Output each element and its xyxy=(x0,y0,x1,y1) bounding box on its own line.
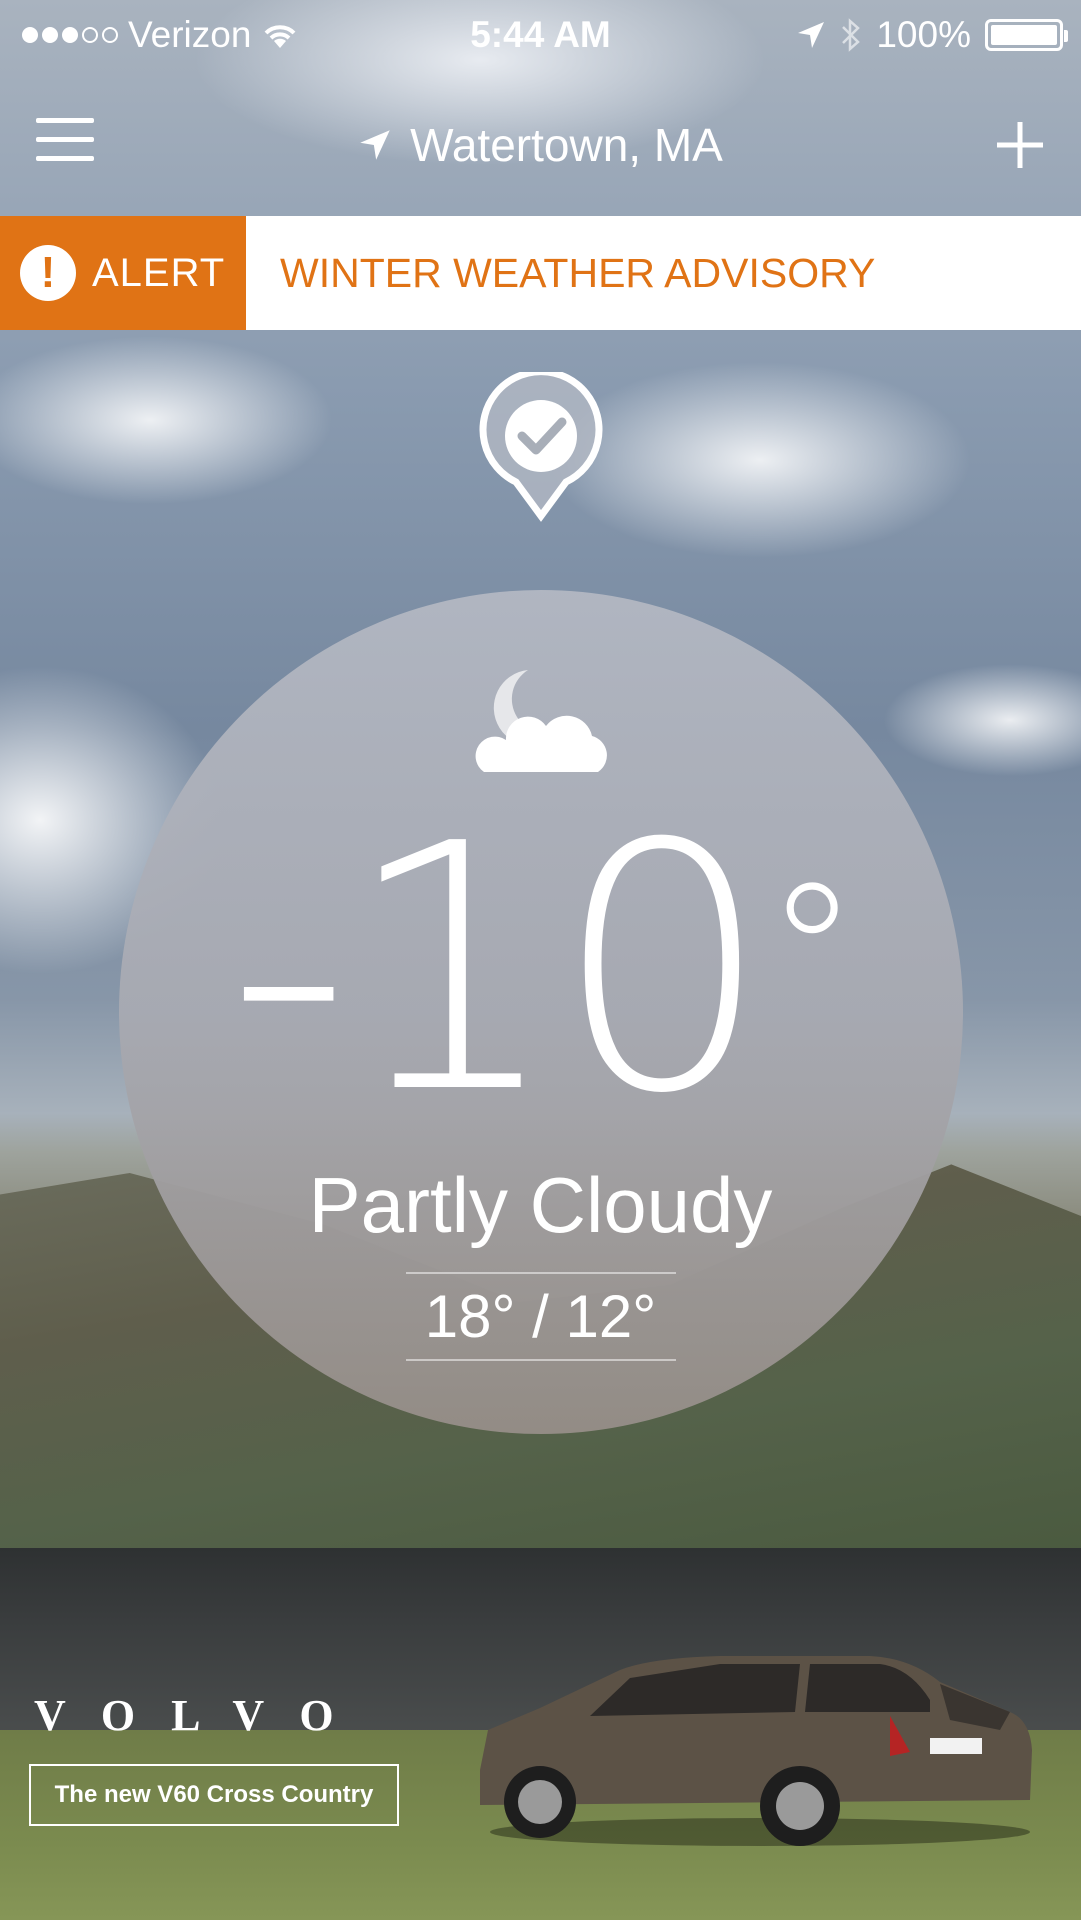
car-image xyxy=(480,1656,1032,1846)
ad-tagline-button[interactable]: The new V60 Cross Country xyxy=(29,1764,399,1826)
moon-cloud-icon xyxy=(475,670,607,772)
volvo-logo: VOLVO xyxy=(34,1691,370,1740)
divider-bottom xyxy=(406,1359,676,1361)
condition-text: Partly Cloudy xyxy=(308,1161,773,1249)
location-services-icon xyxy=(798,22,825,48)
alert-tag: ! ALERT xyxy=(0,216,246,330)
bluetooth-icon xyxy=(842,18,861,52)
location-selector[interactable]: Watertown, MA xyxy=(0,118,1081,172)
battery-icon xyxy=(985,19,1068,51)
high-low-temperature: 18° / 12° xyxy=(424,1283,657,1350)
location-arrow-icon xyxy=(360,130,390,160)
alert-tag-label: ALERT xyxy=(92,250,226,295)
battery-percent: 100% xyxy=(876,14,971,55)
status-bar: Verizon 5:44 AM 100% xyxy=(0,0,1081,70)
divider-top xyxy=(406,1272,676,1274)
checkmark-pin-icon[interactable] xyxy=(478,372,604,522)
nav-bar: Watertown, MA xyxy=(0,90,1081,200)
exclamation-icon: ! xyxy=(20,245,76,301)
weather-alert-banner[interactable]: ! ALERT WINTER WEATHER ADVISORY xyxy=(0,216,1081,330)
status-right: 100% xyxy=(796,14,1068,56)
alert-message: WINTER WEATHER ADVISORY xyxy=(280,249,876,296)
temperature-value: -10 xyxy=(227,772,770,1168)
current-temperature: -10° xyxy=(0,800,1081,1140)
temperature-unit: ° xyxy=(764,843,860,1064)
location-name: Watertown, MA xyxy=(410,119,723,171)
plus-icon[interactable] xyxy=(995,120,1045,170)
ad-tagline: The new V60 Cross Country xyxy=(54,1781,374,1808)
